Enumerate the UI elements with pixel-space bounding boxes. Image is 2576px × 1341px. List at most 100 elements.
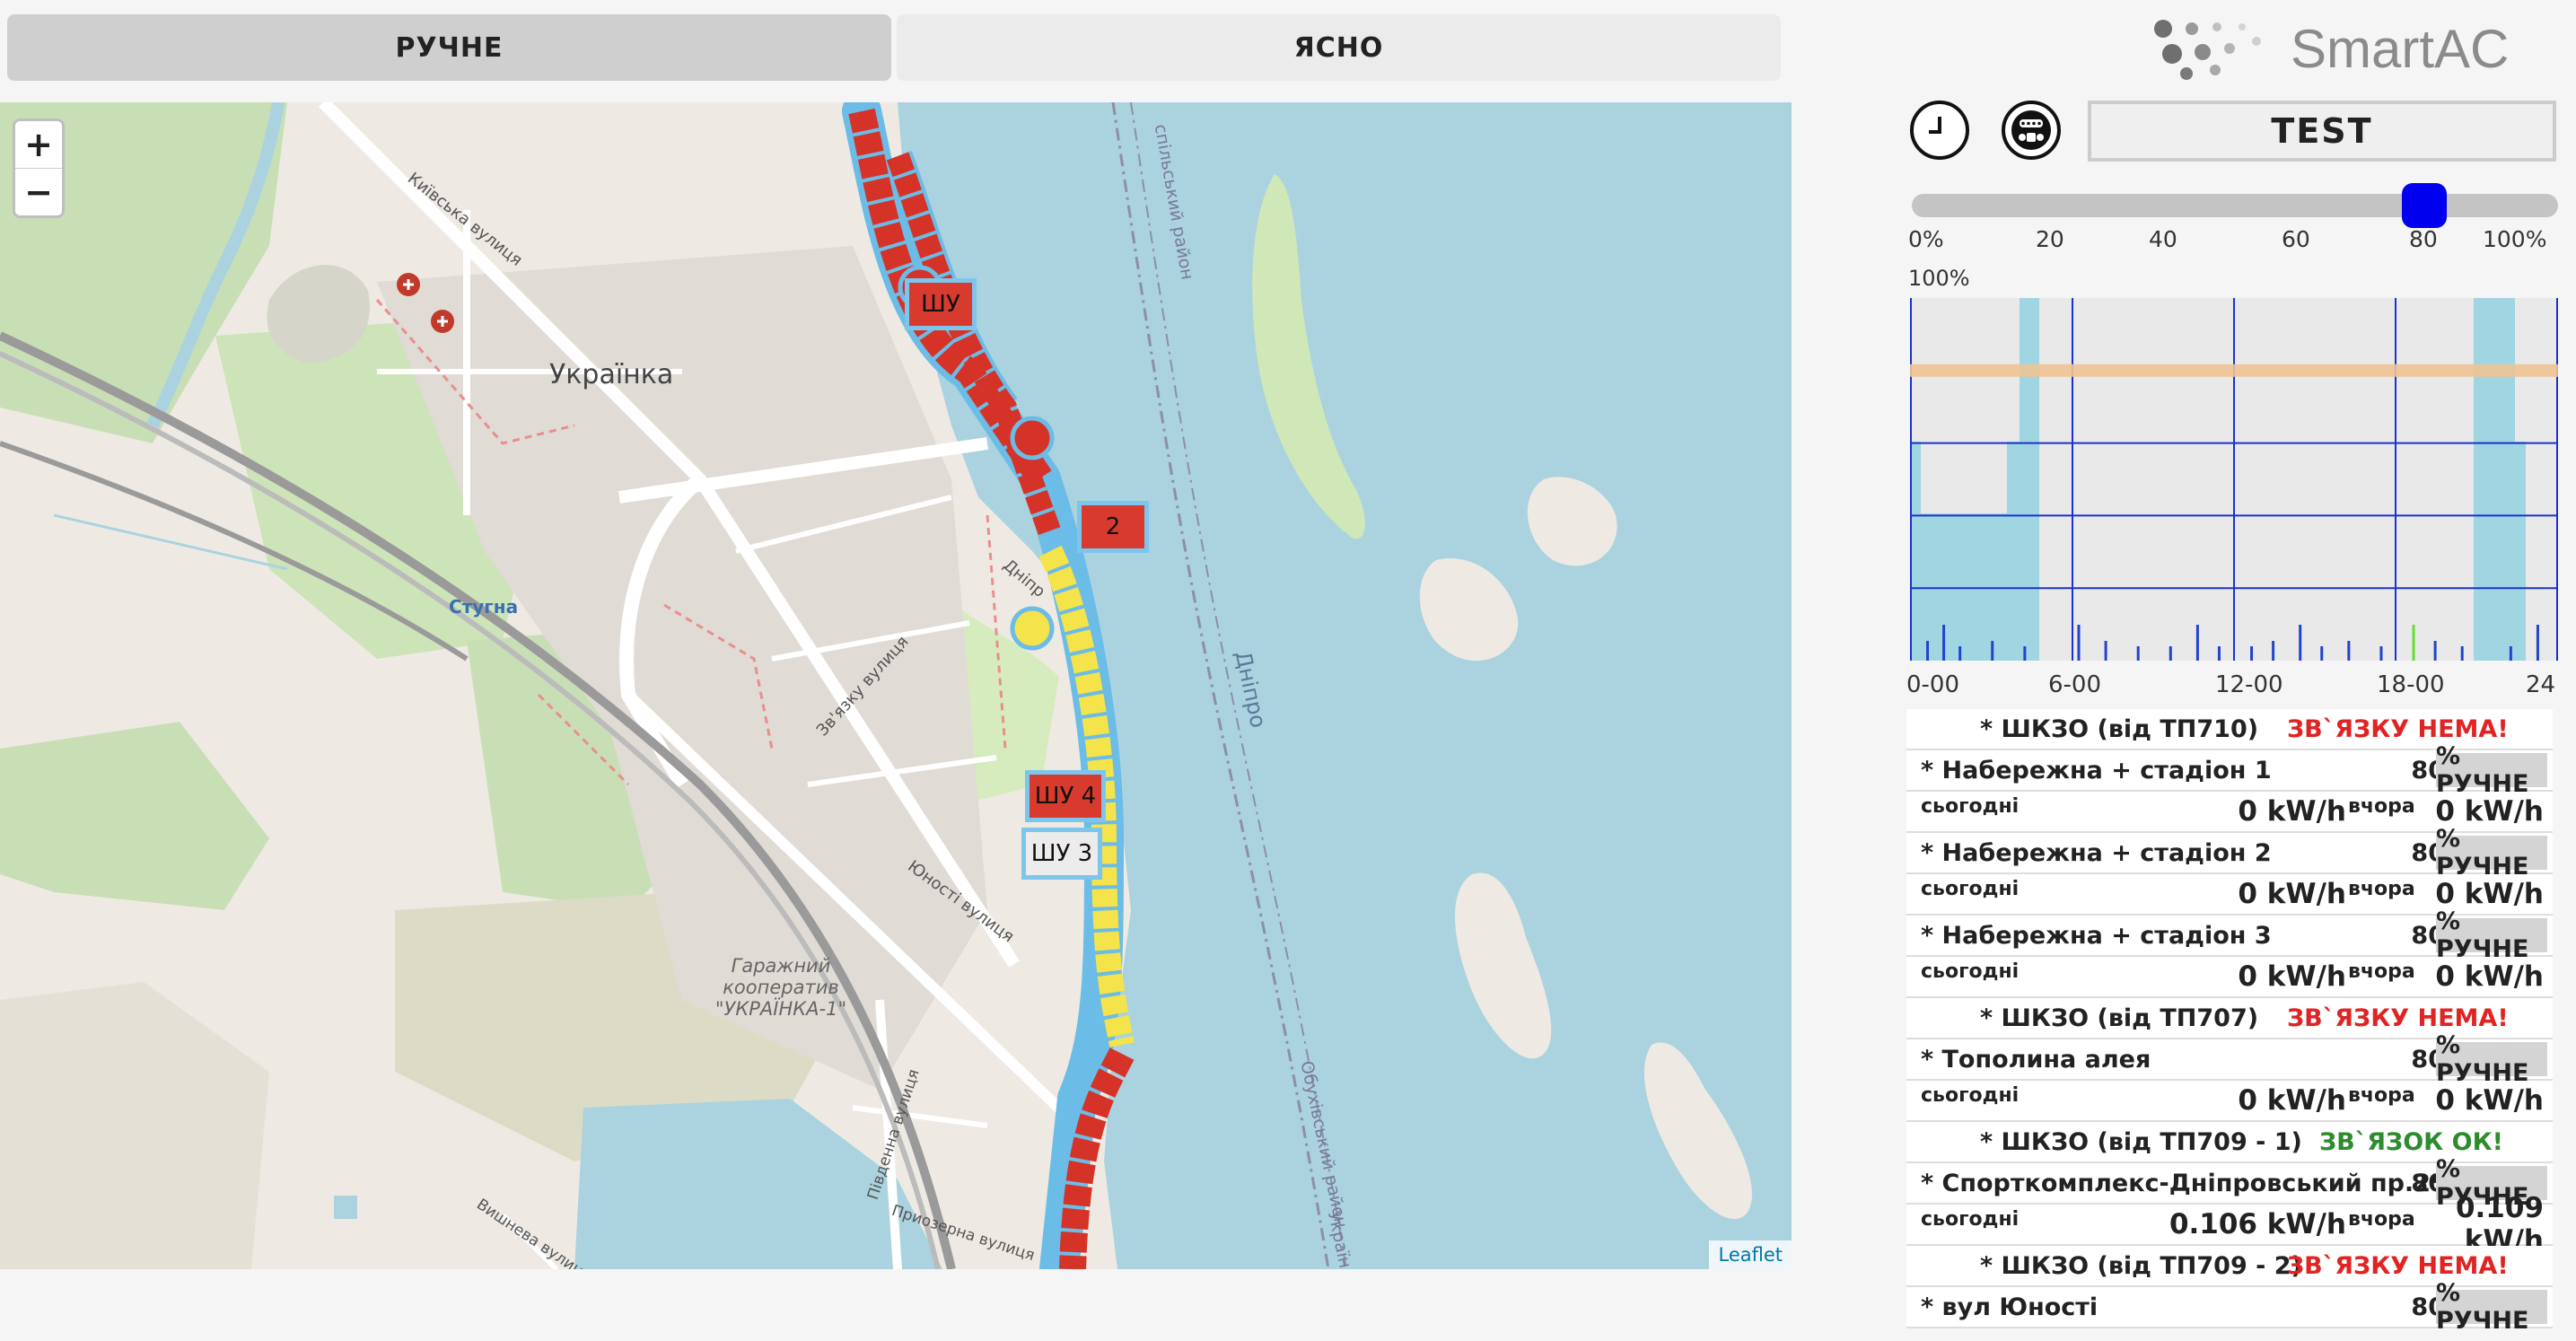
- schedule-chart: 100%: [1906, 266, 2562, 697]
- slider-tick: 20: [2036, 226, 2064, 252]
- chart-bar: [2136, 646, 2140, 661]
- chart-band: [2474, 298, 2515, 661]
- device-mode-button[interactable]: % РУЧНЕ: [2436, 907, 2547, 963]
- map-label-garage: Гаражний кооператив "УКРАЇНКА-1": [714, 955, 847, 1020]
- yesterday-energy: 0 kW/h: [2435, 795, 2544, 828]
- energy-row: сьогодні 0 kW/h вчора 0 kW/h: [1906, 957, 2553, 998]
- chart-band: [2007, 442, 2020, 661]
- map-attribution-link[interactable]: Leaflet: [1709, 1240, 1792, 1269]
- logo-text: SmartAC: [2291, 18, 2510, 79]
- chart-x-tick: 0-00: [1906, 671, 1960, 698]
- brightness-slider[interactable]: [1912, 183, 2558, 228]
- group-device-row[interactable]: * вул Юності 80 % РУЧНЕ: [1906, 1279, 2553, 1335]
- chart-bar: [1926, 641, 1930, 661]
- today-energy: 0 kW/h: [2238, 795, 2346, 828]
- chart-bar: [2169, 646, 2172, 661]
- group-status: ЗВ`ЯЗКУ НЕМА!: [2287, 714, 2509, 743]
- group-device-row[interactable]: * Набережна + стадіон 3 80 % РУЧНЕ: [1906, 907, 2553, 963]
- today-label: сьогодні: [1921, 1208, 2020, 1231]
- chart-x-tick: 24: [2526, 671, 2556, 698]
- device-name: * Тополина алея: [1921, 1045, 2151, 1074]
- device-name: * Спорткомплекс-Дніпровський пр.25: [1921, 1169, 2448, 1197]
- slider-thumb[interactable]: [2402, 183, 2447, 228]
- chart-bar: [2536, 625, 2539, 661]
- energy-row: сьогодні 0.106 kW/h вчора 0.109 kW/h: [1906, 1192, 2553, 1257]
- energy-row: сьогодні 0 kW/h вчора 0 kW/h: [1906, 1081, 2553, 1122]
- slider-tick: 80: [2409, 226, 2438, 252]
- map-view[interactable]: Українка Дніпро Стугна Київська вулиця Г…: [0, 102, 1792, 1269]
- logo-dots-icon: [2154, 20, 2261, 80]
- device-name: * Набережна + стадіон 3: [1921, 921, 2272, 950]
- zoom-control: + −: [13, 118, 65, 218]
- today-energy: 0.106 kW/h: [2169, 1208, 2346, 1240]
- controller-button[interactable]: [2002, 101, 2061, 160]
- group-device-row[interactable]: * Набережна + стадіон 2 80 % РУЧНЕ: [1906, 825, 2553, 881]
- device-mode-button[interactable]: % РУЧНЕ: [2436, 1279, 2547, 1335]
- device-mode-button[interactable]: % РУЧНЕ: [2436, 742, 2547, 798]
- slider-tick: 100%: [2483, 226, 2547, 252]
- chart-x-tick: 6-00: [2048, 671, 2102, 698]
- today-label: сьогодні: [1921, 1084, 2020, 1107]
- tab-weather-clear[interactable]: ЯСНО: [897, 14, 1781, 81]
- yesterday-label: вчора: [2348, 878, 2415, 900]
- chart-bar: [2379, 646, 2383, 661]
- chart-y-label: 100%: [1908, 266, 1970, 291]
- brand-logo: SmartAC: [2152, 13, 2509, 84]
- group-name: * ШКЗО (від ТП709 - 2): [1980, 1251, 2302, 1280]
- today-energy: 0 kW/h: [2238, 1084, 2346, 1117]
- yesterday-label: вчора: [2348, 795, 2415, 818]
- group-name: * ШКЗО (від ТП709 - 1): [1980, 1127, 2302, 1156]
- yesterday-label: вчора: [2348, 960, 2415, 983]
- chart-bar: [2250, 646, 2254, 661]
- slider-tick: 0%: [1908, 226, 1944, 252]
- schedule-clock-button[interactable]: [1910, 101, 1969, 160]
- group-status: ЗВ`ЯЗОК ОК!: [2319, 1127, 2503, 1156]
- cabinet-marker-1[interactable]: ШУ: [905, 278, 977, 330]
- zoom-out-button[interactable]: −: [15, 168, 62, 215]
- group-name: * ШКЗО (від ТП710): [1980, 714, 2259, 743]
- chart-band: [2020, 298, 2039, 661]
- cabinet-marker-2[interactable]: 2: [1077, 501, 1149, 553]
- yesterday-label: вчора: [2348, 1084, 2415, 1107]
- controller-icon: [2011, 110, 2051, 150]
- slider-tick: 60: [2282, 226, 2310, 252]
- slider-tick: 40: [2149, 226, 2177, 252]
- group-device-row[interactable]: * Тополина алея 80 % РУЧНЕ: [1906, 1031, 2553, 1087]
- chart-bar: [2195, 625, 2199, 661]
- chart-level-line: [1910, 364, 2558, 377]
- chart-bar: [2460, 646, 2464, 661]
- chart-bar: [2412, 625, 2415, 661]
- chart-bar: [2077, 625, 2081, 661]
- chart-band: [1921, 513, 2007, 661]
- chart-bar: [2509, 646, 2512, 661]
- device-name: * вул Юності: [1921, 1293, 2098, 1321]
- device-mode-button[interactable]: % РУЧНЕ: [2436, 1031, 2547, 1087]
- device-name: * Набережна + стадіон 2: [1921, 838, 2272, 867]
- yesterday-energy: 0 kW/h: [2435, 878, 2544, 910]
- chart-x-tick: 18-00: [2377, 671, 2445, 698]
- cabinet-marker-4[interactable]: ШУ 4: [1025, 770, 1106, 822]
- cabinet-marker-3[interactable]: ШУ 3: [1021, 828, 1102, 880]
- yesterday-energy: 0 kW/h: [2435, 1084, 2544, 1117]
- device-name: * Набережна + стадіон 1: [1921, 756, 2272, 784]
- test-button[interactable]: TEST: [2088, 101, 2556, 162]
- chart-band: [2515, 442, 2526, 661]
- zoom-in-button[interactable]: +: [15, 121, 62, 168]
- chart-bar: [2104, 641, 2107, 661]
- chart-bar: [1958, 646, 1962, 661]
- chart-bar: [2433, 641, 2437, 661]
- today-label: сьогодні: [1921, 878, 2020, 900]
- group-device-row[interactable]: * Набережна + стадіон 1 80 % РУЧНЕ: [1906, 742, 2553, 798]
- device-mode-button[interactable]: % РУЧНЕ: [2436, 825, 2547, 881]
- chart-bar: [2320, 646, 2324, 661]
- tab-manual[interactable]: РУЧНЕ: [7, 14, 891, 81]
- today-energy: 0 kW/h: [2238, 878, 2346, 910]
- mode-tabs: РУЧНЕ ЯСНО: [7, 14, 1781, 81]
- chart-bar: [1991, 641, 1994, 661]
- chart-canvas: [1910, 298, 2558, 661]
- chart-bar: [2299, 625, 2302, 661]
- today-label: сьогодні: [1921, 960, 2020, 983]
- today-energy: 0 kW/h: [2238, 960, 2346, 993]
- chart-bar: [2217, 646, 2221, 661]
- map-label-town: Українка: [549, 359, 674, 390]
